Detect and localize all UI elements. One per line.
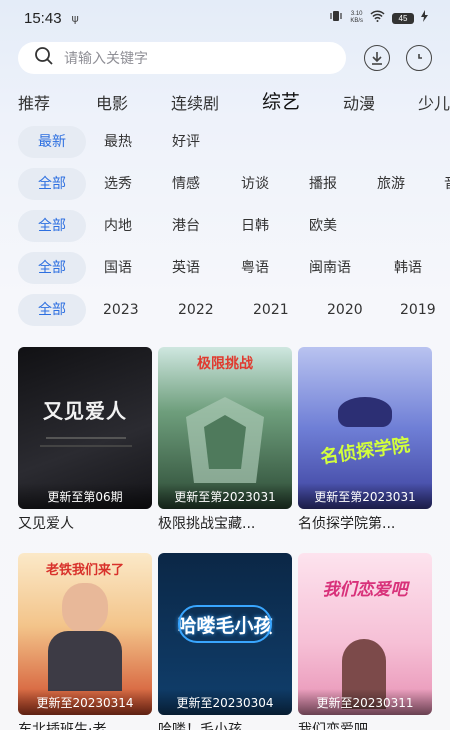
- search-icon: [34, 46, 54, 70]
- download-button[interactable]: [364, 45, 390, 71]
- tab-movie[interactable]: 电影: [96, 90, 128, 114]
- filter-chip[interactable]: 2023: [103, 294, 139, 326]
- filter-chip[interactable]: 旅游: [377, 168, 405, 200]
- vibrate-icon: [329, 10, 343, 26]
- update-badge: 更新至第2023031: [158, 483, 292, 509]
- download-icon: [372, 52, 382, 65]
- show-poster: 我们恋爱吧 更新至20230311: [298, 553, 432, 715]
- filter-chip[interactable]: 最热: [104, 126, 132, 158]
- update-badge: 更新至20230311: [298, 689, 432, 715]
- tab-series[interactable]: 连续剧: [171, 90, 219, 114]
- tab-recommend[interactable]: 推荐: [18, 90, 50, 114]
- status-time: 15:43: [24, 9, 62, 27]
- filter-chip[interactable]: 欧美: [309, 210, 337, 242]
- update-badge: 更新至20230304: [158, 689, 292, 715]
- show-title: 哈喽！毛小孩: [158, 722, 242, 730]
- search-row: 请输入关键字: [18, 40, 438, 76]
- filter-chip[interactable]: 2022: [178, 294, 214, 326]
- filter-chip[interactable]: 播报: [309, 168, 337, 200]
- filter-chip[interactable]: 好评: [172, 126, 200, 158]
- show-title: 我们恋爱吧: [298, 722, 368, 730]
- filter-chip[interactable]: 全部: [18, 210, 86, 242]
- filter-chip[interactable]: 粤语: [241, 252, 269, 284]
- filter-chip[interactable]: 韩语: [394, 252, 422, 284]
- search-placeholder: 请输入关键字: [64, 51, 148, 67]
- filter-chip[interactable]: 选秀: [104, 168, 132, 200]
- status-indicators: 3.10 KB/s 45: [329, 10, 428, 26]
- status-bar: 15:43 ψ 3.10 KB/s 45: [0, 0, 450, 36]
- show-poster: 哈喽毛小孩 更新至20230304: [158, 553, 292, 715]
- category-tabs: 推荐 电影 连续剧 综艺 动漫 少儿: [18, 84, 450, 116]
- filter-row-sort: 最新 最热 好评: [18, 126, 450, 158]
- filter-row-genre: 全部 选秀 情感 访谈 播报 旅游 音: [18, 168, 450, 200]
- filter-chip[interactable]: 访谈: [241, 168, 269, 200]
- clock-icon: [418, 54, 422, 59]
- battery-icon: 45: [392, 12, 414, 24]
- filter-chip[interactable]: 全部: [18, 294, 86, 326]
- show-title: 东北插班生·老...: [18, 722, 120, 730]
- usb-icon: ψ: [71, 11, 79, 25]
- filter-chip[interactable]: 日韩: [241, 210, 269, 242]
- show-card[interactable]: 我们恋爱吧 更新至20230311 我们恋爱吧: [298, 553, 432, 730]
- history-button[interactable]: [406, 45, 432, 71]
- show-card[interactable]: 老铁我们来了 更新至20230314 东北插班生·老...: [18, 553, 152, 730]
- search-input[interactable]: 请输入关键字: [18, 42, 346, 74]
- filter-chip[interactable]: 音: [444, 168, 450, 200]
- filter-row-language: 全部 国语 英语 粤语 闽南语 韩语: [18, 252, 450, 284]
- charging-icon: [421, 10, 428, 26]
- filter-chip[interactable]: 全部: [18, 252, 86, 284]
- show-title: 名侦探学院第...: [298, 516, 396, 532]
- filter-chip[interactable]: 港台: [172, 210, 200, 242]
- tab-variety[interactable]: 综艺: [262, 87, 300, 114]
- show-title: 又见爱人: [18, 516, 74, 532]
- show-poster: 又见爱人 更新至第06期: [18, 347, 152, 509]
- filter-chip[interactable]: 最新: [18, 126, 86, 158]
- show-poster: 老铁我们来了 更新至20230314: [18, 553, 152, 715]
- wifi-icon: [370, 10, 385, 26]
- update-badge: 更新至第06期: [18, 483, 152, 509]
- filter-chip[interactable]: 国语: [104, 252, 132, 284]
- tab-anime[interactable]: 动漫: [343, 90, 375, 114]
- net-speed: 3.10 KB/s: [350, 11, 363, 24]
- show-poster: 名侦探学院 更新至第2023031: [298, 347, 432, 509]
- show-poster: 极限挑战 更新至第2023031: [158, 347, 292, 509]
- filter-row-region: 全部 内地 港台 日韩 欧美: [18, 210, 450, 242]
- show-title: 极限挑战宝藏...: [158, 516, 256, 532]
- update-badge: 更新至第2023031: [298, 483, 432, 509]
- filter-chip[interactable]: 闽南语: [309, 252, 351, 284]
- filter-chip[interactable]: 全部: [18, 168, 86, 200]
- filter-chip[interactable]: 情感: [172, 168, 200, 200]
- update-badge: 更新至20230314: [18, 689, 152, 715]
- filter-chip[interactable]: 2021: [253, 294, 289, 326]
- show-card[interactable]: 又见爱人 更新至第06期 又见爱人: [18, 347, 152, 533]
- filter-chip[interactable]: 内地: [104, 210, 132, 242]
- show-card[interactable]: 名侦探学院 更新至第2023031 名侦探学院第...: [298, 347, 432, 533]
- filter-row-year: 全部 2023 2022 2021 2020 2019: [18, 294, 450, 326]
- filter-chip[interactable]: 2019: [400, 294, 436, 326]
- tab-kids[interactable]: 少儿: [418, 90, 450, 114]
- filter-chip[interactable]: 2020: [327, 294, 363, 326]
- filter-chip[interactable]: 英语: [172, 252, 200, 284]
- show-card[interactable]: 极限挑战 更新至第2023031 极限挑战宝藏...: [158, 347, 292, 533]
- show-card[interactable]: 哈喽毛小孩 更新至20230304 哈喽！毛小孩: [158, 553, 292, 730]
